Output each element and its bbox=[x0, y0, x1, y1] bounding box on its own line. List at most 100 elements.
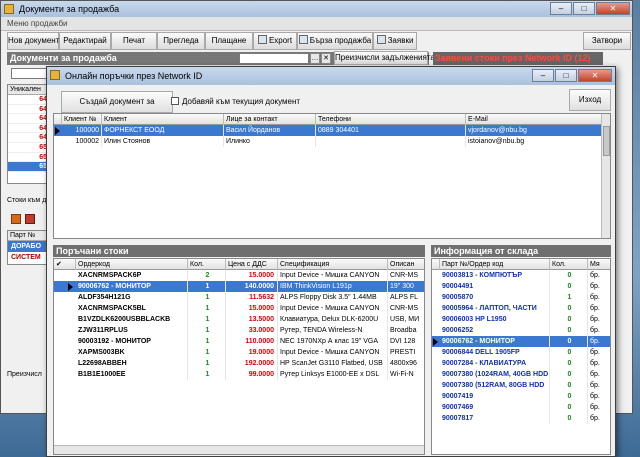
menu-bar[interactable]: Меню продажби bbox=[1, 17, 632, 31]
recalc-bottom-label[interactable]: Преизчисл bbox=[7, 371, 42, 378]
contact-header[interactable]: Лице за контакт bbox=[224, 114, 316, 125]
client-name-header[interactable]: Клиент bbox=[102, 114, 224, 125]
table-row[interactable]: ALDF354H121G 1 11.5632 ALPS Floppy Disk 3.5… bbox=[54, 292, 424, 303]
ordercode-cell: B1B1E1000EE bbox=[76, 369, 188, 380]
desc-cell: CNR-MS bbox=[388, 303, 424, 314]
table-row[interactable]: 100000 ФОРНЕКСТ ЕООД Васил Йорданов 0889… bbox=[54, 125, 610, 136]
table-row[interactable]: 90006003 HP L1950 0 бр. bbox=[432, 314, 610, 325]
table-row[interactable]: СИСТЕМ bbox=[8, 252, 50, 263]
price-header[interactable]: Цена с ДДС bbox=[226, 259, 278, 270]
clients-grid[interactable]: Клиент № Клиент Лице за контакт Телефони… bbox=[53, 113, 611, 239]
close-button[interactable]: Затвори bbox=[583, 32, 631, 50]
main-window-title-bar[interactable]: Документи за продажба – □ ✕ bbox=[1, 1, 632, 17]
table-row[interactable]: L22698ABBEH 1 192.0000 HP ScanJet G3110 Fla… bbox=[54, 358, 424, 369]
qty-cell: 1 bbox=[188, 358, 226, 369]
table-row[interactable]: 64 bbox=[8, 133, 50, 143]
delete-item-icon[interactable] bbox=[25, 214, 35, 224]
stock-qty-cell: 0 bbox=[550, 347, 588, 358]
table-row[interactable]: B1VZDLK6200USBBLACKB 1 13.5000 Клавиатура, … bbox=[54, 314, 424, 325]
table-row[interactable]: 90006252 0 бр. bbox=[432, 325, 610, 336]
table-row[interactable]: B1B1E1000EE 1 99.0000 Рутер Linksys E1000-E… bbox=[54, 369, 424, 380]
spec-header[interactable]: Спецификация bbox=[278, 259, 388, 270]
price-cell: 140.0000 bbox=[226, 281, 278, 292]
maximize-button[interactable]: □ bbox=[573, 2, 595, 15]
dialog-maximize-button[interactable]: □ bbox=[555, 69, 577, 82]
client-id: 100000 bbox=[62, 125, 102, 136]
table-row[interactable]: 90004491 0 бр. bbox=[432, 281, 610, 292]
table-row[interactable]: 90003192 - МОНИТОР 1 110.0000 NEC 1970NXp А… bbox=[54, 336, 424, 347]
filter-dots-button[interactable]: … bbox=[310, 53, 320, 64]
qty-header[interactable]: Кол. bbox=[188, 259, 226, 270]
add-to-current-checkbox[interactable]: Добавяй към текущия документ bbox=[171, 97, 300, 106]
table-row[interactable]: 65 bbox=[8, 153, 50, 163]
part-code-header[interactable]: Парт №/Ордер код bbox=[440, 259, 550, 270]
price-cell: 33.0000 bbox=[226, 325, 278, 336]
filter-combo[interactable] bbox=[239, 53, 309, 64]
checkbox-box[interactable] bbox=[171, 97, 179, 105]
network-orders-label[interactable]: Заявени стоки през Network ID (12) bbox=[433, 52, 603, 65]
filter-clear-button[interactable]: ✕ bbox=[321, 53, 331, 64]
table-row[interactable]: ДОРАБО bbox=[8, 241, 50, 252]
table-row[interactable]: 90006762 - МОНИТОР 1 140.0000 IBM ThinkVisi… bbox=[54, 281, 424, 292]
close-window-button[interactable]: ✕ bbox=[596, 2, 630, 15]
table-row[interactable]: 90007284 - КЛАВИАТУРА 0 бр. bbox=[432, 358, 610, 369]
preview-button[interactable]: Прегледа bbox=[157, 32, 205, 50]
ordered-goods-grid[interactable]: ✔ Ордеркод Кол. Цена с ДДС Спецификация … bbox=[53, 258, 425, 455]
minimize-button[interactable]: – bbox=[550, 2, 572, 15]
table-row[interactable]: 90007469 0 бр. bbox=[432, 402, 610, 413]
table-row[interactable]: 90005964 - ЛАПТОП, ЧАСТИ 0 бр. bbox=[432, 303, 610, 314]
table-row[interactable]: XACNRMSPACK6P 2 15.0000 Input Device - Мишк… bbox=[54, 270, 424, 281]
spec-cell: Input Device - Мишка CANYON bbox=[278, 303, 388, 314]
add-item-icon[interactable] bbox=[11, 214, 21, 224]
table-row[interactable]: 90006762 - МОНИТОР 0 бр. bbox=[432, 336, 610, 347]
table-row[interactable]: 64 bbox=[8, 114, 50, 124]
export-icon bbox=[257, 35, 267, 44]
table-row[interactable]: 64 bbox=[8, 124, 50, 134]
stock-qty-header[interactable]: Кол. bbox=[550, 259, 588, 270]
quick-sale-button[interactable]: Бърза продажба bbox=[297, 32, 373, 50]
email-header[interactable]: E-Mail bbox=[466, 114, 602, 125]
dialog-close-button[interactable]: ✕ bbox=[578, 69, 612, 82]
stock-qty-cell: 0 bbox=[550, 391, 588, 402]
new-document-button[interactable]: Нов документ bbox=[7, 32, 59, 50]
table-row[interactable]: ZJW311RPLUS 1 33.0000 Рутер, TENDA Wireless… bbox=[54, 325, 424, 336]
table-row[interactable]: 65 bbox=[8, 162, 50, 172]
clients-vertical-scrollbar[interactable] bbox=[601, 114, 610, 238]
table-row[interactable]: XAPMS003BK 1 19.0000 Input Device - Мишка C… bbox=[54, 347, 424, 358]
table-row[interactable]: 64 bbox=[8, 95, 50, 105]
ordered-horizontal-scrollbar[interactable] bbox=[54, 445, 424, 454]
table-row[interactable]: 65 bbox=[8, 143, 50, 153]
search-combo[interactable] bbox=[11, 68, 51, 79]
table-row[interactable]: 90007380 (1024RAM, 40GB HDD 0 бр. bbox=[432, 369, 610, 380]
table-row[interactable]: 90007380 (512RAM, 80GB HDD 0 бр. bbox=[432, 380, 610, 391]
table-row[interactable]: 90003813 - КОМПЮТЪР 0 бр. bbox=[432, 270, 610, 281]
client-id-header[interactable]: Клиент № bbox=[62, 114, 102, 125]
orders-button[interactable]: Заявки bbox=[373, 32, 417, 50]
stock-qty-cell: 0 bbox=[550, 369, 588, 380]
print-button[interactable]: Печат bbox=[111, 32, 157, 50]
table-row[interactable]: 90006844 DELL 1905FP 0 бр. bbox=[432, 347, 610, 358]
table-row[interactable]: 90005870 1 бр. bbox=[432, 292, 610, 303]
dialog-minimize-button[interactable]: – bbox=[532, 69, 554, 82]
table-row[interactable]: 90007419 0 бр. bbox=[432, 391, 610, 402]
table-row[interactable]: 90007817 0 бр. bbox=[432, 413, 610, 424]
goods-grid-left[interactable]: Парт № ДОРАБО СИСТЕМ bbox=[7, 230, 51, 265]
desc-header[interactable]: Описан bbox=[388, 259, 424, 270]
stock-info-grid[interactable]: Парт №/Ордер код Кол. Мя 90003813 - КОМП… bbox=[431, 258, 611, 455]
documents-grid-left[interactable]: Уникален 64 64 64 64 64 65 65 65 bbox=[7, 84, 51, 184]
dialog-title-bar[interactable]: Онлайн поръчки през Network ID – □ ✕ bbox=[47, 67, 615, 85]
table-row[interactable]: 64 bbox=[8, 105, 50, 115]
recalc-debts-button[interactable]: Преизчисли задълженията bbox=[334, 51, 435, 65]
unit-header[interactable]: Мя bbox=[588, 259, 610, 270]
payment-button[interactable]: Плащане bbox=[205, 32, 253, 50]
unique-column-header: Уникален bbox=[8, 85, 50, 95]
exit-button[interactable]: Изход bbox=[569, 89, 611, 111]
export-button[interactable]: Export bbox=[253, 32, 297, 50]
phones-header[interactable]: Телефони bbox=[316, 114, 466, 125]
scroll-thumb[interactable] bbox=[603, 126, 610, 156]
edit-button[interactable]: Редактирай bbox=[59, 32, 111, 50]
create-sale-document-button[interactable]: Създай документ за продажба bbox=[61, 91, 173, 126]
ordercode-header[interactable]: Ордеркод bbox=[76, 259, 188, 270]
table-row[interactable]: XACNRMSPACK5BL 1 15.0000 Input Device - Миш… bbox=[54, 303, 424, 314]
table-row[interactable]: 100002 Илин Стоянов Илинко istoianov@nbu… bbox=[54, 136, 610, 147]
